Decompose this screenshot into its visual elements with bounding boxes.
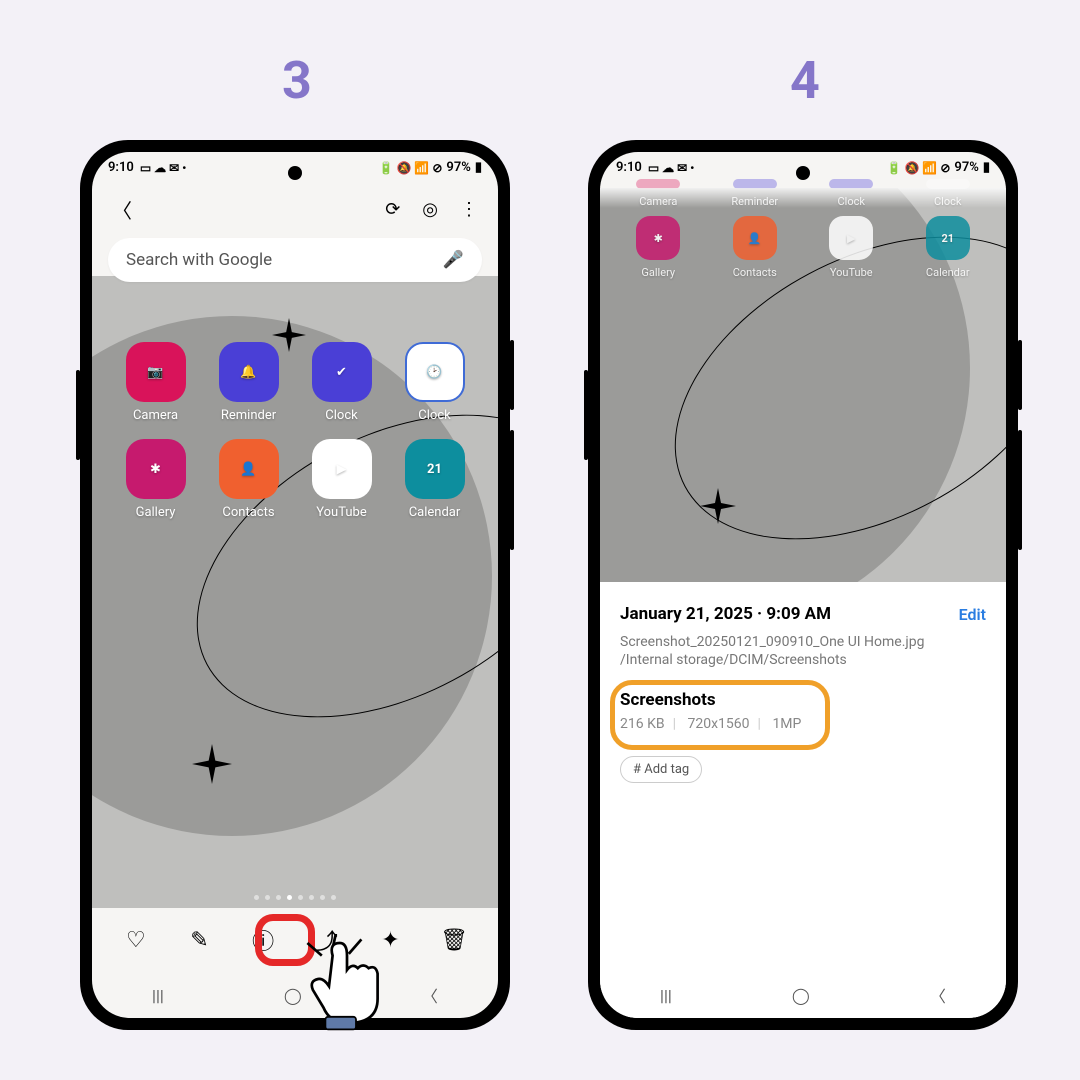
app-label: YouTube [830, 266, 873, 279]
nav-home[interactable]: ◯ [284, 986, 302, 1005]
app-contacts[interactable]: 👤 Contacts [709, 216, 802, 279]
add-tag-button[interactable]: # Add tag [620, 756, 702, 783]
nav-back[interactable]: 〈 [930, 983, 946, 1007]
status-time: 9:10 [616, 160, 642, 175]
nav-recents[interactable]: ||| [152, 986, 164, 1005]
favorite-button[interactable]: ♡ [114, 928, 158, 953]
tap-hand-icon [302, 934, 392, 1034]
check-icon: ✔ [336, 365, 347, 380]
page-indicator [92, 895, 498, 900]
search-bar[interactable]: Search with Google 🎤 [108, 238, 482, 282]
phone-3-screen: 9:10 ▭ ☁ ✉ • 🔋 🔕 📶 ⊘ 97%▮ 〈 ⟳ ◎ ⋮ Search… [92, 152, 498, 1018]
status-battery: 97% [954, 160, 978, 175]
app-label: Gallery [641, 266, 675, 279]
trash-button[interactable]: 🗑 [432, 928, 476, 953]
person-icon: 👤 [240, 462, 256, 477]
sheet-fade [600, 188, 1006, 208]
camera-icon: 📷 [147, 365, 163, 380]
phone-4-screen: 9:10 ▭ ☁ ✉ • 🔋 🔕 📶 ⊘ 97%▮ Camera Reminde… [600, 152, 1006, 1018]
app-grid: 📷 Camera 🔔 Reminder ✔ Clock 🕑 Clock ✱ Ga… [92, 334, 498, 528]
bell-icon: 🔔 [240, 365, 256, 380]
play-icon: ▶ [847, 232, 855, 245]
play-icon: ▶ [337, 462, 347, 477]
flower-icon: ✱ [654, 232, 663, 245]
search-placeholder: Search with Google [126, 250, 272, 270]
status-battery: 97% [446, 160, 470, 175]
app-gallery[interactable]: ✱ Gallery [612, 216, 705, 279]
status-right-icons: 🔋 🔕 📶 ⊘ [887, 161, 951, 175]
app-calendar[interactable]: 21 Calendar [902, 216, 995, 279]
status-left-icons: ▭ ☁ ✉ • [648, 161, 695, 175]
flower-icon: ✱ [150, 462, 161, 477]
mic-icon[interactable]: 🎤 [443, 250, 464, 270]
detail-edit-button[interactable]: Edit [959, 605, 986, 624]
camera-hole [796, 166, 810, 180]
app-gallery[interactable]: ✱ Gallery [112, 439, 199, 520]
detail-filename: Screenshot_20250121_090910_One UI Home.j… [620, 634, 986, 650]
camera-hole [288, 166, 302, 180]
app-label: Gallery [136, 505, 176, 520]
app-label: Calendar [926, 266, 970, 279]
app-youtube[interactable]: ▶ YouTube [805, 216, 898, 279]
step-4-label: 4 [790, 50, 820, 111]
app-reminder[interactable]: 🔔 Reminder [205, 342, 292, 423]
status-time: 9:10 [108, 160, 134, 175]
phone-3-frame: 9:10 ▭ ☁ ✉ • 🔋 🔕 📶 ⊘ 97%▮ 〈 ⟳ ◎ ⋮ Search… [80, 140, 510, 1030]
app-clock-b[interactable]: 🕑 Clock [391, 342, 478, 423]
clock-icon: 🕑 [426, 365, 442, 380]
status-left-icons: ▭ ☁ ✉ • [140, 161, 187, 175]
app-label: Calendar [409, 505, 461, 520]
app-contacts[interactable]: 👤 Contacts [205, 439, 292, 520]
person-icon: 👤 [748, 232, 762, 245]
app-label: Reminder [221, 408, 276, 423]
image-details-sheet: January 21, 2025 · 9:09 AM Edit Screensh… [600, 582, 1006, 972]
back-button[interactable]: 〈 [112, 195, 132, 224]
remaster-icon[interactable]: ⟳ [385, 199, 400, 220]
app-label: Clock [418, 408, 450, 423]
app-clock-a[interactable]: ✔ Clock [298, 342, 385, 423]
app-youtube[interactable]: ▶ YouTube [298, 439, 385, 520]
step-3-label: 3 [282, 50, 312, 111]
detail-path: /Internal storage/DCIM/Screenshots [620, 652, 986, 668]
nav-back[interactable]: 〈 [422, 983, 438, 1007]
app-label: Clock [325, 408, 357, 423]
nav-bar: ||| ◯ 〈 [600, 972, 1006, 1018]
calendar-icon: 21 [941, 232, 954, 245]
app-calendar[interactable]: 21 Calendar [391, 439, 478, 520]
edit-button[interactable]: ✎ [177, 928, 221, 953]
app-label: YouTube [316, 505, 367, 520]
nav-recents[interactable]: ||| [660, 986, 672, 1005]
app-label: Contacts [222, 505, 274, 520]
nav-bar: ||| ◯ 〈 [92, 972, 498, 1018]
app-label: Contacts [733, 266, 777, 279]
more-icon[interactable]: ⋮ [460, 199, 478, 220]
calendar-icon: 21 [427, 462, 442, 477]
status-right-icons: 🔋 🔕 📶 ⊘ [379, 161, 443, 175]
app-label: Camera [133, 408, 178, 423]
viewer-top-bar: 〈 ⟳ ◎ ⋮ [92, 177, 498, 234]
app-camera[interactable]: 📷 Camera [112, 342, 199, 423]
phone-4-frame: 9:10 ▭ ☁ ✉ • 🔋 🔕 📶 ⊘ 97%▮ Camera Reminde… [588, 140, 1018, 1030]
detail-date: January 21, 2025 · 9:09 AM [620, 604, 831, 624]
highlight-screenshot-info [610, 680, 830, 750]
nav-home[interactable]: ◯ [792, 986, 810, 1005]
lens-icon[interactable]: ◎ [422, 199, 438, 220]
